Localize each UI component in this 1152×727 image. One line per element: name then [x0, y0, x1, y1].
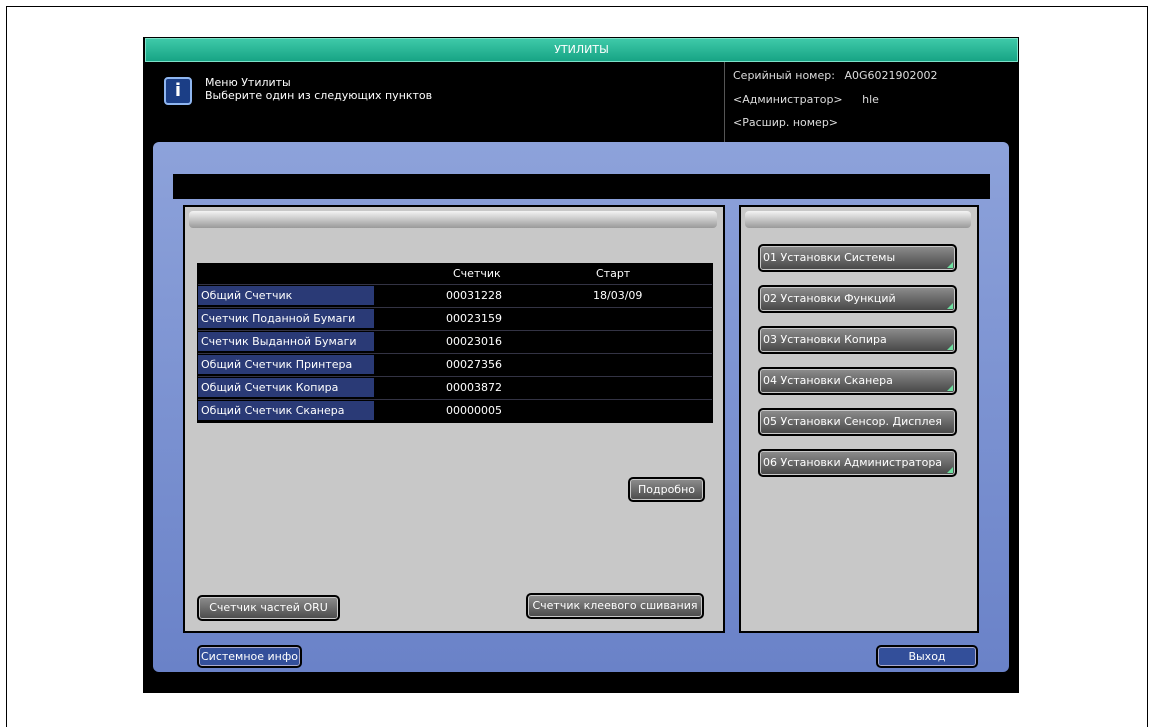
copier-settings-label: 03 Установки Копира — [763, 333, 887, 346]
row-label: Общий Счетчик Принтера — [198, 355, 374, 374]
counter-table: Счетчик Старт Общий Счетчик 00031228 18/… — [197, 263, 713, 423]
row-start: 18/03/09 — [593, 289, 643, 302]
table-row: Общий Счетчик Копира 00003872 — [198, 376, 712, 399]
corner-indicator-icon — [947, 262, 953, 268]
table-row: Счетчик Выданной Бумаги 00023016 — [198, 330, 712, 353]
settings-panel: 01 Установки Системы 02 Установки Функци… — [739, 205, 979, 633]
info-icon: i — [164, 77, 192, 105]
message-line-1: Меню Утилиты — [205, 76, 291, 89]
device-info: Серийный номер: A0G6021902002 <Администр… — [724, 62, 1020, 142]
serial-number: Серийный номер: A0G6021902002 — [733, 69, 937, 82]
admin-label: <Администратор> — [733, 93, 843, 106]
table-header: Счетчик Старт — [198, 264, 712, 284]
corner-indicator-icon — [947, 344, 953, 350]
corner-indicator-icon — [947, 467, 953, 473]
system-settings-button[interactable]: 01 Установки Системы — [758, 244, 957, 272]
row-label: Общий Счетчик — [198, 286, 374, 305]
col-counter: Счетчик — [453, 267, 501, 280]
row-count: 00031228 — [446, 289, 502, 302]
function-settings-label: 02 Установки Функций — [763, 292, 896, 305]
oru-counter-button[interactable]: Счетчик частей ORU — [197, 595, 340, 621]
serial-value: A0G6021902002 — [844, 69, 938, 82]
glue-binding-counter-button[interactable]: Счетчик клеевого сшивания — [526, 593, 704, 619]
settings-panel-header — [745, 211, 971, 228]
row-count: 00000005 — [446, 404, 502, 417]
admin-info: <Администратор> hle — [733, 93, 879, 106]
copier-settings-button[interactable]: 03 Установки Копира — [758, 326, 957, 354]
bottom-strip — [143, 673, 1019, 693]
scanner-settings-button[interactable]: 04 Установки Сканера — [758, 367, 957, 395]
system-settings-label: 01 Установки Системы — [763, 251, 896, 264]
function-settings-button[interactable]: 02 Установки Функций — [758, 285, 957, 313]
admin-settings-label: 06 Установки Администратора — [763, 456, 943, 469]
row-count: 00027356 — [446, 358, 502, 371]
path-bar — [173, 174, 990, 199]
row-label: Общий Счетчик Копира — [198, 378, 374, 397]
table-row: Общий Счетчик Принтера 00027356 — [198, 353, 712, 376]
exit-button[interactable]: Выход — [876, 645, 978, 668]
header: i Меню Утилиты Выберите один из следующи… — [143, 62, 1019, 142]
header-message: Меню Утилиты Выберите один из следующих … — [205, 76, 432, 102]
main-panel: Счетчик Старт Общий Счетчик 00031228 18/… — [153, 142, 1009, 672]
corner-indicator-icon — [947, 303, 953, 309]
admin-settings-button[interactable]: 06 Установки Администратора — [758, 449, 957, 477]
row-count: 00003872 — [446, 381, 502, 394]
counter-panel-header — [189, 211, 717, 228]
control-panel-screen: УТИЛИТЫ i Меню Утилиты Выберите один из … — [143, 37, 1019, 693]
message-line-2: Выберите один из следующих пунктов — [205, 89, 433, 102]
system-info-button[interactable]: Системное инфо — [197, 645, 302, 668]
touch-display-settings-label: 05 Установки Сенсор. Дисплея — [763, 415, 942, 428]
col-start: Старт — [596, 267, 631, 280]
row-label: Счетчик Выданной Бумаги — [198, 332, 374, 351]
window-title: УТИЛИТЫ — [145, 38, 1018, 62]
row-label: Общий Счетчик Сканера — [198, 401, 374, 420]
row-label: Счетчик Поданной Бумаги — [198, 309, 374, 328]
table-row: Счетчик Поданной Бумаги 00023159 — [198, 307, 712, 330]
row-count: 00023016 — [446, 335, 502, 348]
touch-display-settings-button[interactable]: 05 Установки Сенсор. Дисплея — [758, 408, 957, 436]
details-button[interactable]: Подробно — [628, 477, 705, 502]
row-count: 00023159 — [446, 312, 502, 325]
admin-value: hle — [862, 93, 879, 106]
table-row: Общий Счетчик 00031228 18/03/09 — [198, 284, 712, 307]
corner-indicator-icon — [947, 385, 953, 391]
table-row: Общий Счетчик Сканера 00000005 — [198, 399, 712, 422]
serial-label: Серийный номер: — [733, 69, 835, 82]
counter-panel: Счетчик Старт Общий Счетчик 00031228 18/… — [183, 205, 725, 633]
ext-number-label: <Расшир. номер> — [733, 116, 839, 129]
scanner-settings-label: 04 Установки Сканера — [763, 374, 893, 387]
